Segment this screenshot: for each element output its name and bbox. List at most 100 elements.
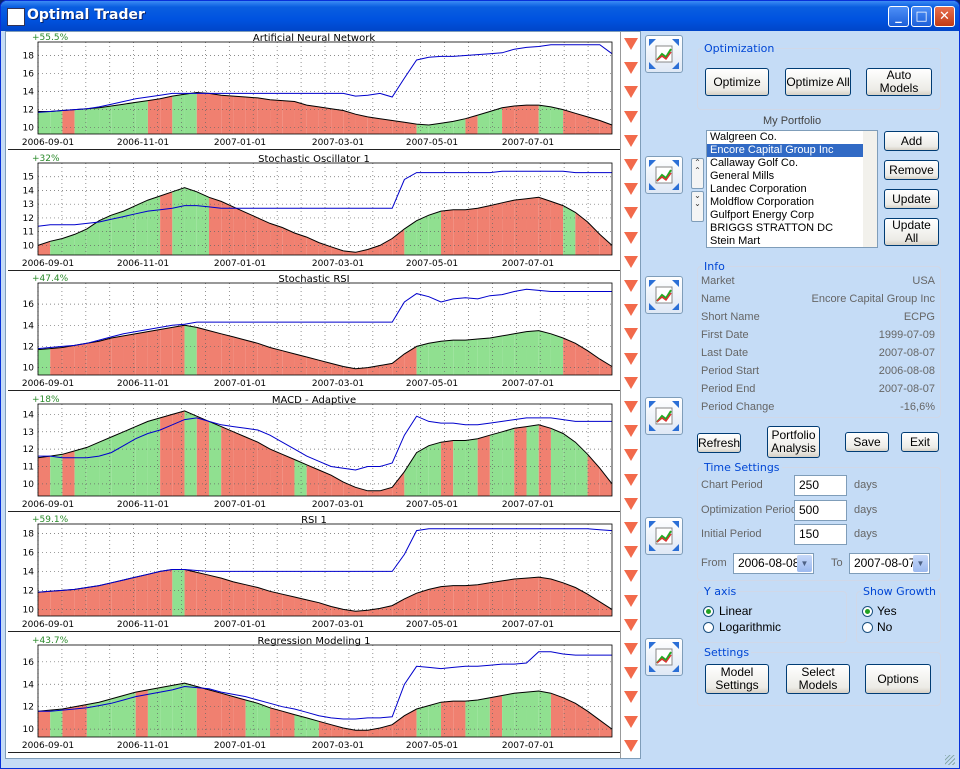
move-up-button[interactable]: ⌃ ⌃ xyxy=(691,158,704,189)
fit-chart-button[interactable] xyxy=(645,517,683,555)
signal-band xyxy=(477,205,490,255)
portfolio-list-item[interactable]: Landec Corporation xyxy=(707,183,877,196)
info-value: 2006-08-08 xyxy=(878,365,935,377)
signal-band xyxy=(50,708,63,737)
chevron-down-icon[interactable]: ▼ xyxy=(797,555,812,572)
close-button[interactable]: ✕ xyxy=(934,6,955,27)
signal-band xyxy=(453,209,466,255)
signal-band xyxy=(245,340,258,375)
linear-radio[interactable] xyxy=(703,606,714,617)
fit-chart-button[interactable] xyxy=(645,35,683,73)
fit-chart-button[interactable] xyxy=(645,637,683,676)
y-axis-legend: Y axis xyxy=(704,585,737,598)
y-tick-label: 12 xyxy=(23,213,34,223)
signal-band xyxy=(514,578,527,616)
signal-band xyxy=(147,417,161,496)
signal-band xyxy=(514,691,527,737)
chevron-down-icon[interactable]: ▼ xyxy=(913,555,928,572)
x-tick-label: 2007-05-01 xyxy=(406,620,458,630)
x-tick-label: 2007-07-01 xyxy=(502,138,554,148)
fit-chart-button[interactable] xyxy=(645,396,683,435)
optimize-button[interactable]: Optimize xyxy=(705,68,769,96)
signal-band xyxy=(599,359,612,375)
init-period-unit: days xyxy=(854,528,878,540)
price-chart: 10 11 12 13 14 2006-09-01 2006-11-01 2007-01-01… xyxy=(22,403,613,510)
opt-period-input[interactable]: 500 xyxy=(794,500,847,521)
chart-period-input[interactable]: 250 xyxy=(794,475,847,496)
exit-button[interactable]: Exit xyxy=(901,432,939,452)
x-tick-label: 2006-11-01 xyxy=(117,379,169,389)
x-tick-label: 2006-11-01 xyxy=(117,741,169,751)
signal-band xyxy=(147,687,161,737)
price-chart: 10 11 12 13 14 15 2006-09-01 2006-11-01 2007-01-… xyxy=(22,162,613,269)
sell-signal-icon xyxy=(624,667,638,680)
portfolio-analysis-button[interactable]: Portfolio Analysis xyxy=(767,426,820,458)
signal-band xyxy=(172,94,185,134)
sell-signal-icon xyxy=(624,739,638,752)
signal-band xyxy=(355,729,368,737)
y-tick-label: 13 xyxy=(23,200,34,210)
optimize-all-button[interactable]: Optimize All xyxy=(785,68,851,96)
sell-signal-icon xyxy=(624,570,638,583)
signal-band xyxy=(416,214,429,255)
select-models-button[interactable]: Select Models xyxy=(786,664,850,694)
signal-band xyxy=(575,343,588,375)
init-period-input[interactable]: 150 xyxy=(794,524,847,545)
client-area: Artificial Neural Network +55.5% 10 12 14 16 1… xyxy=(5,31,955,766)
y-tick-label: 12 xyxy=(23,445,34,455)
signal-band xyxy=(74,587,87,616)
update-all-button[interactable]: Update All xyxy=(884,218,939,246)
growth-no-radio[interactable] xyxy=(862,622,873,633)
move-down-button[interactable]: ⌄ ⌄ xyxy=(691,191,704,222)
logarithmic-radio[interactable] xyxy=(703,622,714,633)
x-tick-label: 2007-01-01 xyxy=(214,741,266,751)
x-tick-label: 2007-03-01 xyxy=(312,741,364,751)
info-label: Market xyxy=(701,275,735,287)
options-button[interactable]: Options xyxy=(865,664,931,694)
growth-yes-radio[interactable] xyxy=(862,606,873,617)
signal-band xyxy=(282,453,295,496)
signal-band xyxy=(502,333,515,375)
fit-chart-button[interactable] xyxy=(645,155,683,194)
signal-band xyxy=(221,692,234,737)
portfolio-list-item[interactable]: BRIGGS STRATTON DC xyxy=(707,222,877,235)
resize-grip[interactable] xyxy=(945,755,955,765)
signal-band xyxy=(62,345,75,375)
portfolio-list-item[interactable]: Walgreen Co. xyxy=(707,131,877,144)
portfolio-list-item[interactable]: General Mills xyxy=(707,170,877,183)
from-date-select[interactable]: 2006-08-08 ▼ xyxy=(733,553,814,574)
list-scrollbar[interactable] xyxy=(863,131,877,247)
x-tick-label: 2007-05-01 xyxy=(406,259,458,269)
title-bar[interactable]: Optimal Trader _ □ ✕ xyxy=(1,1,959,31)
y-tick-label: 18 xyxy=(23,529,35,539)
portfolio-list-item[interactable]: Callaway Golf Co. xyxy=(707,157,877,170)
signal-band xyxy=(62,589,75,616)
portfolio-list-item[interactable]: Encore Capital Group Inc xyxy=(707,144,877,157)
maximize-button[interactable]: □ xyxy=(911,6,932,27)
to-date-select[interactable]: 2007-08-07 ▼ xyxy=(849,553,930,574)
portfolio-list-item[interactable]: Gulfport Energy Corp xyxy=(707,209,877,222)
save-button[interactable]: Save xyxy=(845,432,889,452)
y-tick-label: 16 xyxy=(23,657,35,667)
model-settings-button[interactable]: Model Settings xyxy=(705,664,769,694)
update-button[interactable]: Update xyxy=(884,189,939,209)
y-tick-label: 10 xyxy=(23,241,35,251)
add-button[interactable]: Add xyxy=(884,131,939,151)
signal-band xyxy=(245,97,258,134)
remove-button[interactable]: Remove xyxy=(884,160,939,180)
auto-models-button[interactable]: Auto Models xyxy=(866,68,932,96)
y-tick-label: 10 xyxy=(23,364,35,374)
signal-band xyxy=(587,116,600,134)
info-label: Short Name xyxy=(701,311,760,323)
opt-period-label: Optimization Period xyxy=(701,504,797,516)
signal-band xyxy=(575,441,588,496)
portfolio-list[interactable]: Walgreen Co. Encore Capital Group Inc Call… xyxy=(706,130,878,248)
refresh-button[interactable]: Refresh xyxy=(697,433,741,453)
y-tick-label: 15 xyxy=(23,172,34,182)
signal-band xyxy=(599,233,612,255)
minimize-button[interactable]: _ xyxy=(888,6,909,27)
fit-chart-button[interactable] xyxy=(645,276,683,314)
portfolio-list-item[interactable]: Stein Mart xyxy=(707,235,877,247)
portfolio-list-item[interactable]: Moldflow Corporation xyxy=(707,196,877,209)
signal-band xyxy=(428,586,442,616)
